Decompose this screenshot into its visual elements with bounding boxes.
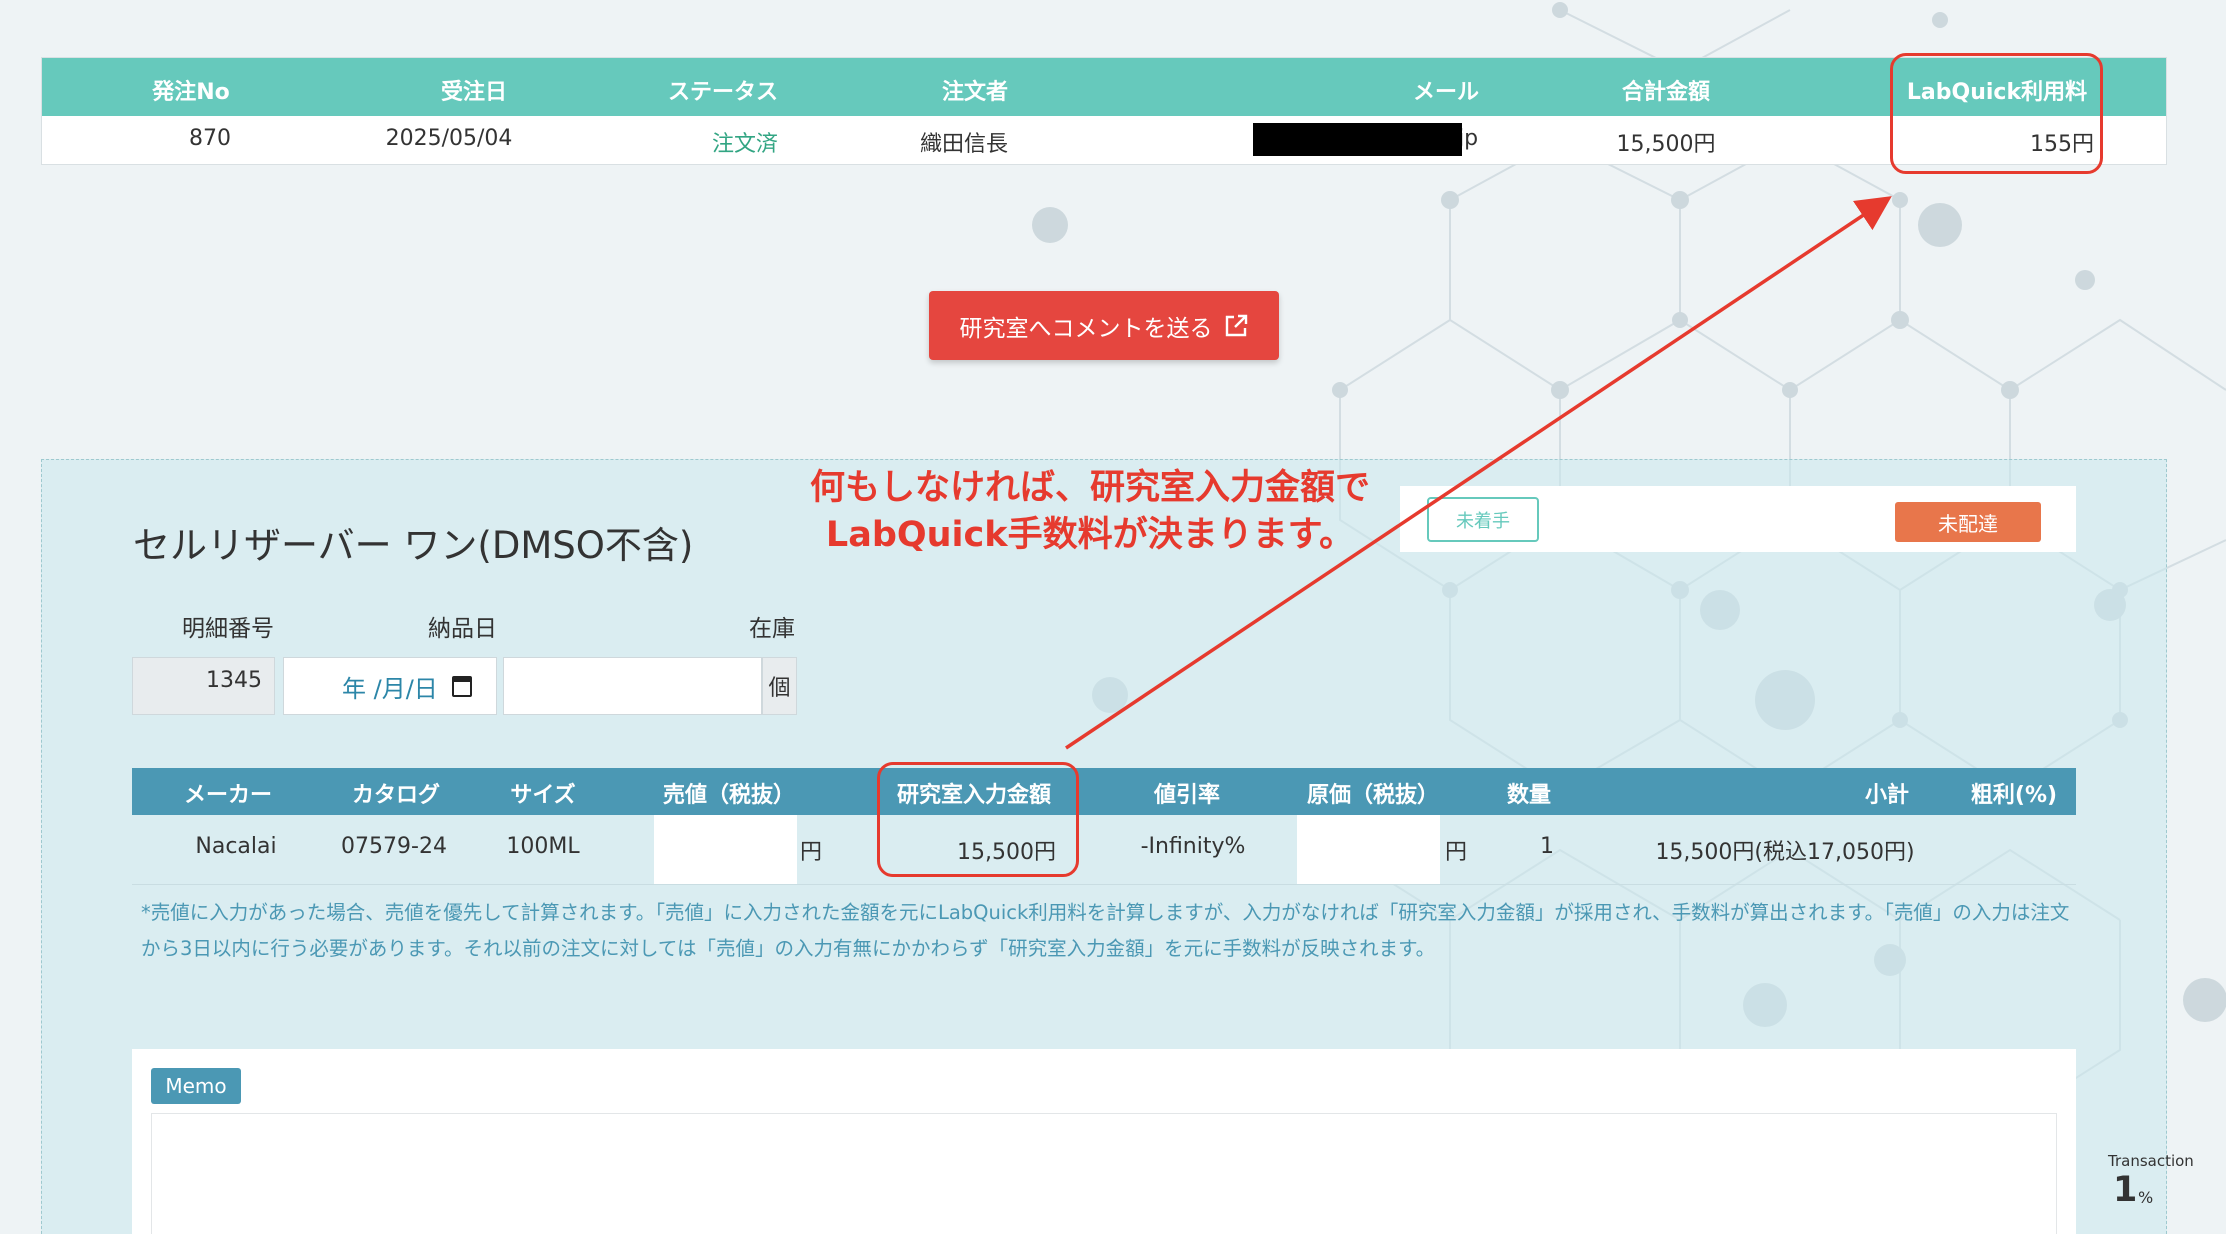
annotation-callout: 何もしなければ、研究室入力金額で LabQuick手数料が決まります。 — [690, 465, 1490, 559]
header-email: メール — [1412, 80, 1480, 105]
header-total: 合計金額 — [1621, 80, 1711, 105]
annotation-line-2: LabQuick手数料が決まります。 — [825, 515, 1355, 555]
stock-unit: 個 — [762, 657, 797, 715]
size-value: 100ML — [506, 834, 580, 859]
row-divider — [132, 884, 2076, 885]
lab-price-highlight-box — [877, 762, 1079, 877]
cost-price-input[interactable] — [1297, 815, 1440, 884]
quantity-value: 1 — [1540, 834, 1554, 859]
col-discount: 値引率 — [1153, 783, 1221, 808]
calendar-icon[interactable] — [452, 676, 472, 697]
memo-label: Memo — [151, 1068, 241, 1104]
col-size: サイズ — [510, 783, 576, 808]
header-order-no: 発注No — [152, 80, 230, 105]
send-comment-label: 研究室へコメントを送る — [959, 315, 1213, 342]
col-subtotal: 小計 — [1864, 783, 1910, 808]
stock-input[interactable] — [503, 657, 762, 715]
detail-no-label: 明細番号 — [182, 616, 274, 642]
order-total: 15,500円 — [1616, 132, 1716, 157]
detail-no-field: 1345 — [132, 657, 275, 715]
catalog-value: 07579-24 — [341, 834, 447, 859]
date-placeholder: 年 /月/日 — [342, 674, 438, 703]
transaction-label: Transaction — [2108, 1152, 2194, 1170]
header-status: ステータス — [667, 80, 779, 105]
col-qty: 数量 — [1506, 783, 1552, 808]
subtotal-value: 15,500円(税込17,050円) — [1655, 840, 1915, 865]
transaction-value: 1 — [2113, 1170, 2138, 1210]
maker-value: Nacalai — [195, 834, 277, 859]
cost-price-unit: 円 — [1444, 840, 1468, 865]
discount-value: -Infinity% — [1140, 834, 1246, 859]
external-link-icon — [1225, 314, 1247, 336]
sell-price-input[interactable] — [654, 815, 797, 884]
orderer-name: 織田信長 — [919, 132, 1009, 157]
order-date: 2025/05/04 — [385, 126, 513, 151]
stock-label: 在庫 — [749, 616, 795, 642]
fee-highlight-box — [1890, 53, 2103, 174]
col-cost: 原価（税抜） — [1306, 783, 1440, 808]
sell-price-unit: 円 — [799, 840, 823, 865]
memo-textarea[interactable] — [151, 1113, 2057, 1234]
item-table-header: メーカー カタログ サイズ 売値（税抜） 研究室入力金額 値引率 原価（税抜） … — [132, 768, 2076, 815]
header-orderer: 注文者 — [941, 80, 1009, 105]
order-summary-table: 発注No 受注日 ステータス 注文者 メール 合計金額 LabQuick利用料 … — [41, 57, 2167, 165]
col-maker: メーカー — [183, 783, 273, 808]
transaction-unit: % — [2138, 1188, 2154, 1207]
status-badge-undelivered[interactable]: 未配達 — [1895, 502, 2041, 542]
delivery-date-label: 納品日 — [428, 616, 497, 642]
col-catalog: カタログ — [351, 783, 441, 808]
order-no: 870 — [189, 126, 231, 151]
header-order-date: 受注日 — [440, 80, 508, 105]
order-status: 注文済 — [711, 132, 779, 157]
pricing-note: *売値に入力があった場合、売値を優先して計算されます。「売値」に入力された金額を… — [141, 901, 2070, 960]
col-gross-margin: 粗利(%) — [1970, 783, 2058, 808]
order-table-header: 発注No 受注日 ステータス 注文者 メール 合計金額 LabQuick利用料 — [42, 58, 2166, 116]
delivery-date-input[interactable]: 年 /月/日 — [283, 657, 497, 715]
product-title: セルリザーバー ワン(DMSO不含) — [133, 524, 694, 567]
email-redaction — [1253, 123, 1462, 156]
col-sell-price: 売値（税抜） — [662, 783, 796, 808]
send-comment-button[interactable]: 研究室へコメントを送る — [929, 291, 1279, 360]
annotation-line-1: 何もしなければ、研究室入力金額で — [809, 468, 1370, 508]
